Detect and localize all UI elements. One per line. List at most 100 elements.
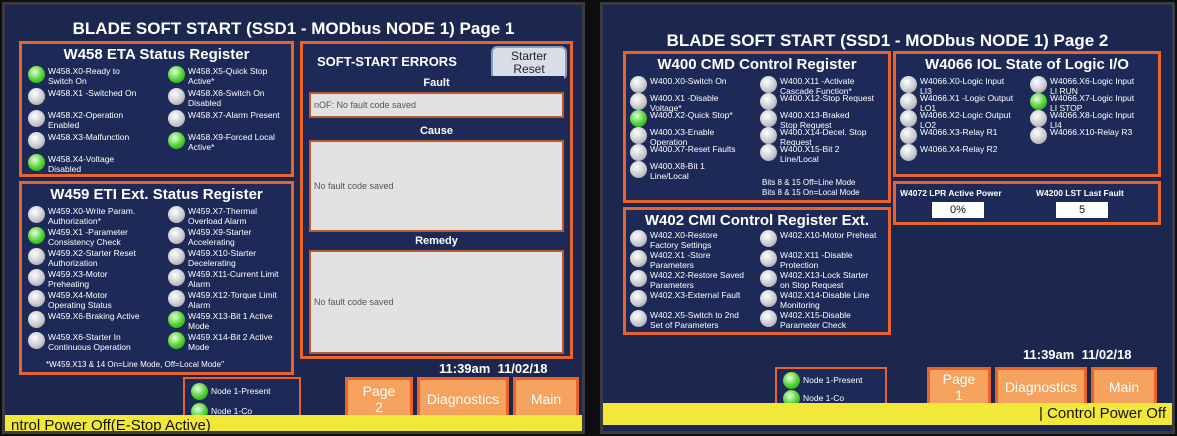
fault-textbox: nOF: No fault code saved: [309, 92, 564, 118]
led-off-icon: [900, 127, 917, 144]
hmi-screen-page-1: BLADE SOFT START (SSD1 - MODbus NODE 1) …: [2, 2, 585, 434]
led-on-icon: [28, 227, 45, 244]
node-status-panel: Node 1-Present Node 1-Co: [775, 367, 887, 407]
status-bit-indicator: W402.X13-Lock Starter on Stop Request: [760, 270, 868, 290]
status-bit-label: W459.X9-Starter Accelerating: [188, 227, 252, 247]
led-off-icon: [630, 161, 647, 178]
led-off-icon: [28, 132, 45, 149]
status-bit-indicator: W459.X9-Starter Accelerating: [168, 227, 251, 247]
soft-start-errors-panel: SOFT-START ERRORS Starter Reset Fault nO…: [300, 41, 573, 359]
status-bit-label: W400.X12-Stop Request: [780, 93, 875, 103]
led-off-icon: [630, 310, 647, 327]
status-bit-indicator: W402.X0-Restore Factory Settings: [630, 230, 718, 250]
status-bit-label: W458.X6-Switch On Disabled: [188, 88, 265, 108]
status-bit-indicator: W459.X10-Starter Decelerating: [168, 248, 256, 268]
status-bit-indicator: W458.X4-Voltage Disabled: [28, 154, 114, 174]
led-off-icon: [168, 110, 185, 127]
led-off-icon: [760, 110, 777, 127]
led-off-icon: [168, 269, 185, 286]
led-off-icon: [28, 248, 45, 265]
values-panel: W4072 LPR Active Power 0% W4200 LST Last…: [893, 181, 1161, 225]
page-1-button[interactable]: Page 1: [927, 367, 991, 407]
status-bit-label: W402.X14-Disable Line Monitoring: [780, 290, 870, 310]
status-bit-label: W400.X7-Reset Faults: [650, 144, 736, 154]
status-bit-indicator: W458.X9-Forced Local Active*: [168, 132, 275, 152]
status-bit-indicator: W458.X7-Alarm Present: [168, 110, 280, 127]
status-bit-label: W459.X12-Torque Limit Alarm: [188, 290, 277, 310]
active-power-label: W4072 LPR Active Power: [900, 188, 1002, 198]
cause-textbox: No fault code saved: [309, 140, 564, 232]
cmd-note-on: Bits 8 & 15 On=Local Mode: [762, 188, 860, 197]
led-off-icon: [760, 144, 777, 161]
led-off-icon: [760, 270, 777, 287]
led-off-icon: [760, 250, 777, 267]
status-bit-label: W4066.X4-Relay R2: [920, 144, 998, 154]
status-bit-label: W459.X6-Braking Active: [48, 311, 140, 321]
remedy-header: Remedy: [309, 234, 564, 248]
status-bit-indicator: W400.X2-Quick Stop*: [630, 110, 733, 127]
led-off-icon: [1030, 110, 1047, 127]
eti-status-panel: W459 ETI Ext. Status Register W459.X0-Wr…: [19, 181, 294, 375]
led-on-icon: [28, 66, 45, 83]
status-bit-label: W402.X3-External Fault: [650, 290, 741, 300]
status-bit-indicator: W400.X8-Bit 1 Line/Local: [630, 161, 705, 181]
led-off-icon: [168, 290, 185, 307]
node-led-icon: [783, 372, 800, 389]
status-bit-indicator: W459.X1 -Parameter Consistency Check: [28, 227, 128, 247]
led-off-icon: [28, 332, 45, 349]
status-bit-label: W458.X0-Ready to Switch On: [48, 66, 120, 86]
active-power-value: 0%: [932, 202, 984, 218]
status-bit-indicator: W459.X4-Motor Operating Status: [28, 290, 112, 310]
led-off-icon: [168, 248, 185, 265]
status-bit-indicator: W4066.X10-Relay R3: [1030, 127, 1132, 144]
status-bit-label: W402.X2-Restore Saved Parameters: [650, 270, 745, 290]
cmi-control-panel: W402 CMI Control Register Ext. W402.X0-R…: [623, 207, 891, 335]
status-bit-label: W400.X15-Bit 2 Line/Local: [780, 144, 840, 164]
led-off-icon: [760, 127, 777, 144]
led-off-icon: [168, 88, 185, 105]
led-off-icon: [28, 88, 45, 105]
led-on-icon: [1030, 93, 1047, 110]
status-bit-indicator: W459.X7-Thermal Overload Alarm: [168, 206, 257, 226]
last-fault-value: 5: [1056, 202, 1108, 218]
iol-logic-io-panel: W4066 IOL State of Logic I/O W4066.X0-Lo…: [893, 51, 1161, 177]
status-bit-label: W458.X9-Forced Local Active*: [188, 132, 275, 152]
led-off-icon: [28, 110, 45, 127]
eti-panel-title: W459 ETI Ext. Status Register: [50, 186, 263, 203]
led-on-icon: [168, 132, 185, 149]
led-on-icon: [28, 154, 45, 171]
eti-mode-note: *W459.X13 & 14 On=Line Mode, Off=Local M…: [46, 360, 224, 369]
status-bit-indicator: W402.X2-Restore Saved Parameters: [630, 270, 744, 290]
status-bit-label: W458.X3-Malfunction: [48, 132, 130, 142]
status-bit-label: W458.X2-Operation Enabled: [48, 110, 124, 130]
diagnostics-button[interactable]: Diagnostics: [995, 367, 1087, 407]
led-off-icon: [168, 206, 185, 223]
led-off-icon: [760, 93, 777, 110]
status-bit-indicator: W400.X12-Stop Request: [760, 93, 874, 110]
clock-date: 11/02/18: [497, 361, 548, 376]
led-off-icon: [630, 270, 647, 287]
status-bit-label: W402.X5-Switch to 2nd Set of Parameters: [650, 310, 739, 330]
status-bit-label: W400.X8-Bit 1 Line/Local: [650, 161, 705, 181]
led-off-icon: [760, 76, 777, 93]
status-bit-label: W459.X10-Starter Decelerating: [188, 248, 257, 268]
starter-reset-button[interactable]: Starter Reset: [491, 46, 567, 80]
status-bit-indicator: W459.X14-Bit 2 Active Mode: [168, 332, 273, 352]
remedy-textbox: No fault code saved: [309, 250, 564, 354]
status-bit-label: W459.X6-Starter In Continuous Operation: [48, 332, 131, 352]
status-bit-indicator: W400.X7-Reset Faults: [630, 144, 736, 161]
led-off-icon: [760, 310, 777, 327]
led-off-icon: [168, 227, 185, 244]
cmd-note-off: Bits 8 & 15 Off=Line Mode: [762, 178, 856, 187]
led-off-icon: [900, 76, 917, 93]
status-bit-label: W459.X14-Bit 2 Active Mode: [188, 332, 273, 352]
main-button[interactable]: Main: [1091, 367, 1157, 407]
eta-panel-title: W458 ETA Status Register: [63, 46, 250, 63]
led-off-icon: [1030, 76, 1047, 93]
led-off-icon: [900, 93, 917, 110]
iol-panel-title: W4066 IOL State of Logic I/O: [925, 56, 1129, 73]
status-bit-indicator: W4066.X3-Relay R1: [900, 127, 997, 144]
status-bit-label: W459.X11-Current Limit Alarm: [188, 269, 279, 289]
cmd-control-panel: W400 CMD Control Register W400.X0-Switch…: [623, 51, 891, 203]
status-bit-indicator: W458.X0-Ready to Switch On: [28, 66, 120, 86]
